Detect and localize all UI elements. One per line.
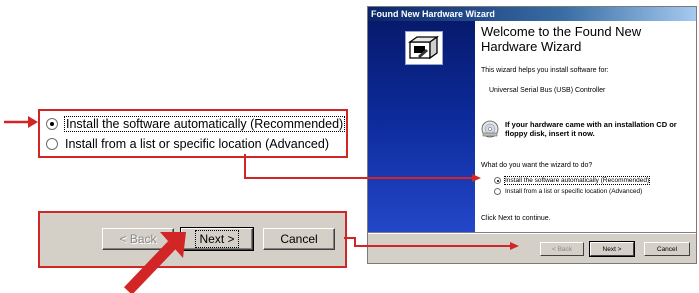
wizard-next-label: Next >	[602, 245, 622, 253]
wizard-content: Welcome to the Found New Hardware Wizard…	[481, 24, 693, 229]
hardware-box-icon	[405, 31, 443, 65]
callout-option-auto-label: Install the software automatically (Reco…	[63, 116, 346, 132]
wizard-cancel-button[interactable]: Cancel	[644, 242, 690, 256]
callout-next-label: Next >	[195, 230, 239, 248]
wizard-heading: Welcome to the Found New Hardware Wizard	[481, 24, 642, 54]
callout-cancel-label: Cancel	[280, 232, 318, 246]
options-callout: Install the software automatically (Reco…	[38, 109, 348, 158]
radio-unselected-icon[interactable]	[46, 138, 58, 150]
wizard-next-button[interactable]: Next >	[589, 241, 635, 257]
radio-selected-icon[interactable]	[494, 177, 501, 184]
option-arrow-icon	[4, 116, 38, 128]
wizard-option-advanced[interactable]: Install from a list or specific location…	[494, 188, 642, 195]
wizard-side-panel	[368, 21, 475, 232]
callout-option-advanced-label: Install from a list or specific location…	[65, 137, 329, 151]
device-name: Universal Serial Bus (USB) Controller	[489, 87, 606, 94]
wizard-option-auto[interactable]: Install the software automatically (Reco…	[494, 176, 651, 185]
callout-option-advanced[interactable]: Install from a list or specific location…	[46, 135, 329, 153]
callout-next-button[interactable]: Next >	[180, 227, 254, 251]
wizard-description: This wizard helps you install software f…	[481, 67, 609, 74]
callout-back-label: < Back	[119, 232, 157, 246]
wizard-back-button[interactable]: < Back	[540, 242, 584, 256]
cd-note: If your hardware came with an installati…	[505, 120, 677, 138]
wizard-option-auto-label: Install the software automatically (Reco…	[503, 176, 651, 185]
callout-option-auto[interactable]: Install the software automatically (Reco…	[46, 115, 346, 133]
continue-text: Click Next to continue.	[481, 215, 551, 222]
wizard-cancel-label: Cancel	[656, 245, 678, 253]
wizard-option-advanced-label: Install from a list or specific location…	[505, 188, 643, 195]
wizard-button-bar: < Back Next > Cancel	[368, 234, 696, 263]
callout-cancel-button[interactable]: Cancel	[263, 228, 335, 250]
wizard-question: What do you want the wizard to do?	[481, 162, 593, 169]
wizard-window: Found New Hardware Wizard Welcome to the…	[367, 6, 697, 264]
wizard-back-label: < Back	[551, 245, 573, 253]
wizard-title-bar[interactable]: Found New Hardware Wizard	[368, 7, 696, 21]
radio-selected-icon[interactable]	[46, 118, 58, 130]
callout-back-button[interactable]: < Back	[102, 228, 174, 250]
radio-unselected-icon[interactable]	[494, 188, 501, 195]
buttons-callout: < Back Next > Cancel	[38, 211, 347, 268]
cd-disc-icon	[481, 120, 499, 138]
